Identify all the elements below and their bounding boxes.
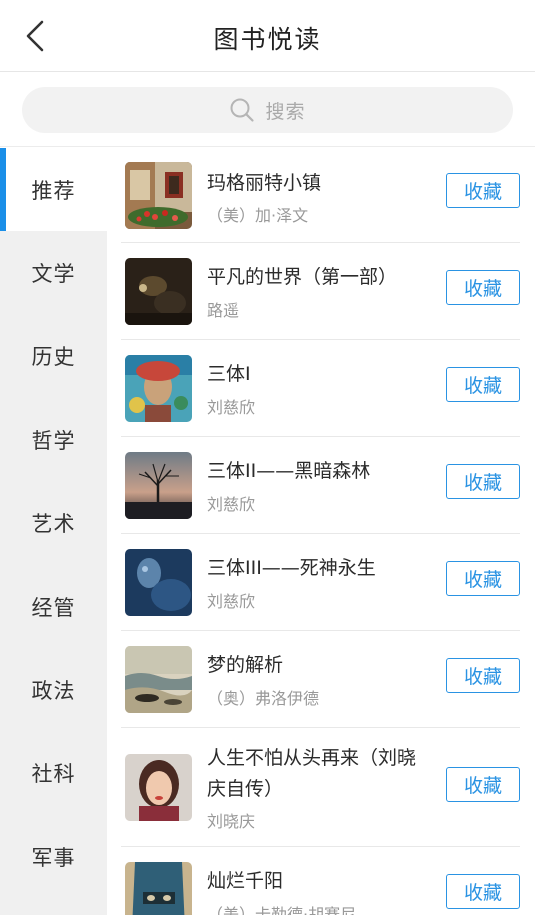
page-title: 图书悦读 [213,25,322,54]
list-item[interactable]: 灿烂千阳 （美）卡勒德·胡赛尼 收藏 [121,847,520,915]
sidebar-item-label: 文学 [31,262,76,287]
book-cover[interactable] [125,355,192,422]
sidebar-item-label: 哲学 [31,428,76,453]
book-title: 梦的解析 [207,654,284,676]
list-item[interactable]: 三体I 刘慈欣 收藏 [121,340,520,437]
sidebar-item-law[interactable]: 政法 [0,648,107,731]
book-title: 三体I [207,363,251,385]
sidebar-item-economics[interactable]: 经管 [0,565,107,648]
sidebar-item-military[interactable]: 军事 [0,815,107,898]
book-cover[interactable] [125,162,192,229]
book-author: 刘慈欣 [207,398,256,417]
sidebar-item-label: 社科 [31,762,76,787]
book-author: 刘慈欣 [207,592,256,611]
list-item[interactable]: 三体II——黑暗森林 刘慈欣 收藏 [121,437,520,534]
search-bar-container: 搜索 [0,72,535,147]
sidebar-item-social-science[interactable]: 社科 [0,732,107,815]
sidebar-item-history[interactable]: 历史 [0,315,107,398]
list-item[interactable]: 人生不怕从头再来（刘晓庆自传） 刘晓庆 收藏 [121,728,520,847]
book-cover[interactable] [125,862,192,915]
book-cover[interactable] [125,549,192,616]
sidebar-item-label: 艺术 [31,512,76,537]
favorite-button[interactable]: 收藏 [446,464,520,499]
search-icon [230,98,255,122]
book-list: 玛格丽特小镇 （美）加·泽文 收藏 平凡的世界（第一部） 路遥 收藏 三体I 刘… [107,148,535,915]
book-cover[interactable] [125,258,192,325]
favorite-button[interactable]: 收藏 [446,767,520,802]
book-title: 玛格丽特小镇 [207,172,322,194]
category-sidebar: 推荐 文学 历史 哲学 艺术 经管 政法 社科 军事 [0,148,107,915]
list-item[interactable]: 三体III——死神永生 刘慈欣 收藏 [121,534,520,631]
sidebar-item-recommend[interactable]: 推荐 [0,148,107,232]
book-cover[interactable] [125,452,192,519]
book-title: 灿烂千阳 [207,870,284,892]
list-item[interactable]: 平凡的世界（第一部） 路遥 收藏 [121,243,520,340]
book-title: 人生不怕从头再来（刘晓庆自传） [207,747,417,800]
sidebar-item-label: 经管 [31,595,76,620]
search-input[interactable]: 搜索 [22,87,513,133]
favorite-button[interactable]: 收藏 [446,658,520,693]
book-cover[interactable] [125,646,192,713]
favorite-button[interactable]: 收藏 [446,270,520,305]
book-title: 三体II——黑暗森林 [207,460,371,482]
book-author: （美）加·泽文 [207,206,309,225]
book-author: 路遥 [207,301,240,320]
favorite-button[interactable]: 收藏 [446,367,520,402]
sidebar-item-label: 政法 [31,679,76,704]
sidebar-item-label: 推荐 [31,178,76,203]
list-item[interactable]: 玛格丽特小镇 （美）加·泽文 收藏 [121,148,520,243]
favorite-button[interactable]: 收藏 [446,173,520,208]
favorite-button[interactable]: 收藏 [446,874,520,909]
book-cover[interactable] [125,754,192,821]
list-item[interactable]: 梦的解析 （奥）弗洛伊德 收藏 [121,631,520,728]
search-placeholder: 搜索 [265,100,306,123]
favorite-button[interactable]: 收藏 [446,561,520,596]
book-author: 刘晓庆 [207,812,256,831]
sidebar-item-art[interactable]: 艺术 [0,482,107,565]
sidebar-item-philosophy[interactable]: 哲学 [0,398,107,481]
sidebar-item-literature[interactable]: 文学 [0,231,107,314]
book-title: 三体III——死神永生 [207,557,376,579]
book-author: （美）卡勒德·胡赛尼 [207,905,357,915]
book-author: 刘慈欣 [207,495,256,514]
sidebar-item-label: 军事 [31,845,76,870]
book-title: 平凡的世界（第一部） [207,266,398,288]
top-nav-bar: 图书悦读 [0,0,535,72]
sidebar-item-label: 历史 [31,345,76,370]
book-author: （奥）弗洛伊德 [207,689,320,708]
